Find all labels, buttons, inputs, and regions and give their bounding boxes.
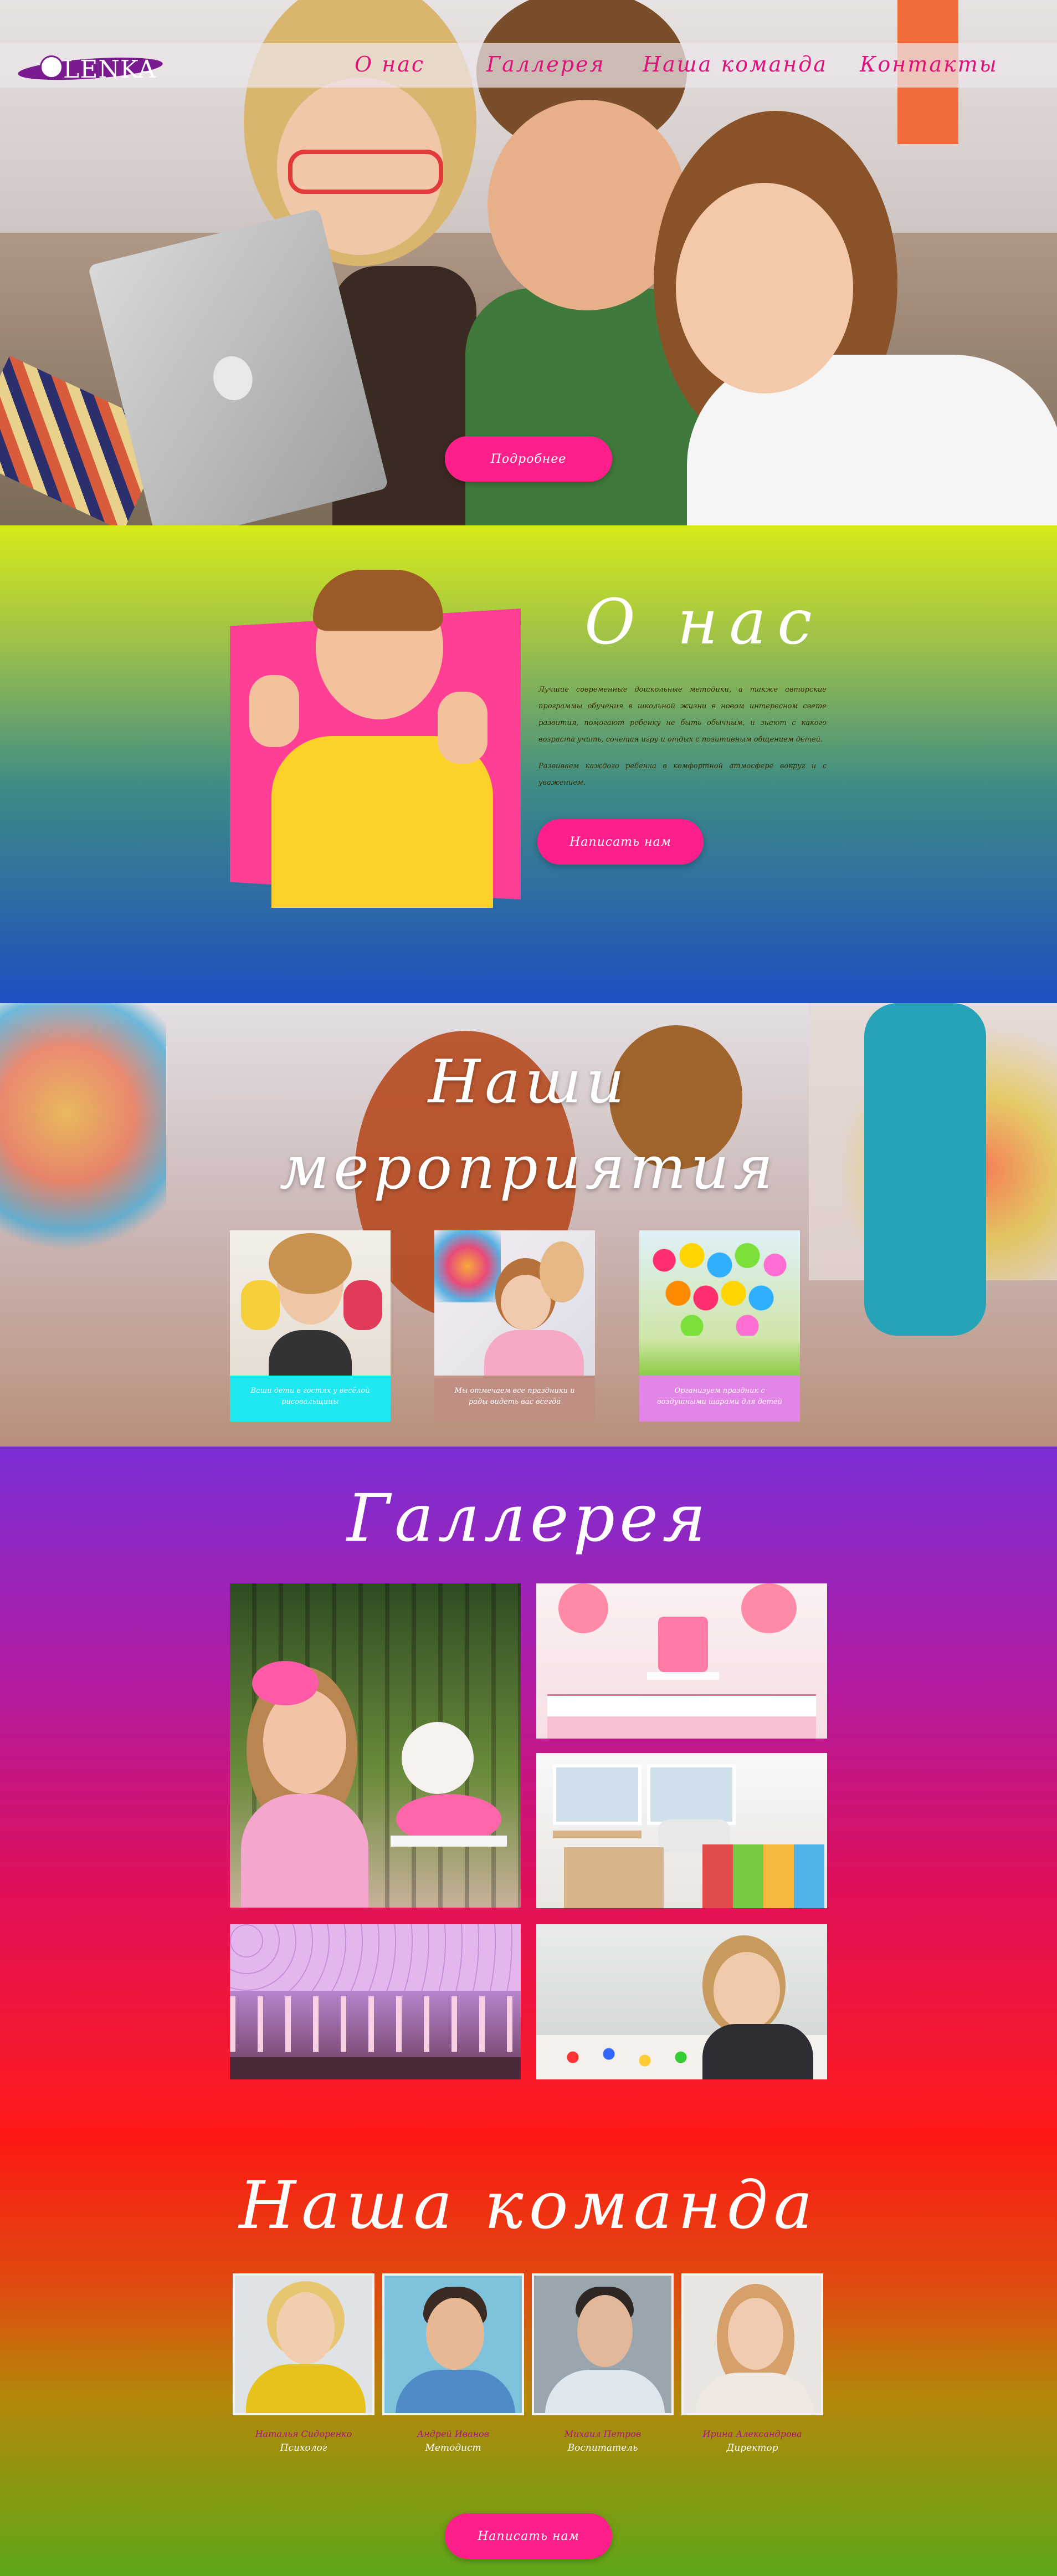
team-member-name: Наталья Сидоренко bbox=[255, 2429, 352, 2439]
events-title-line2: мероприятия bbox=[279, 1133, 778, 1203]
team-member-name: Ирина Александрова bbox=[702, 2429, 802, 2439]
team-member[interactable]: Наталья Сидоренко Психолог bbox=[233, 2273, 374, 2454]
apple-logo-icon bbox=[208, 352, 257, 405]
team-section: Наша команда Наталья Сидоренко Психолог … bbox=[0, 2128, 1057, 2576]
more-button[interactable]: Подробнее bbox=[445, 436, 612, 482]
gallery-image-birthday-girl[interactable] bbox=[230, 1583, 521, 1908]
team-member[interactable]: Андрей Иванов Методист bbox=[382, 2273, 524, 2454]
nav-link-about[interactable]: О нас bbox=[355, 52, 425, 76]
team-member-role: Психолог bbox=[280, 2442, 327, 2454]
event-caption: Ваши дети в гостях у весёлой рисовальщиц… bbox=[230, 1376, 391, 1422]
about-paragraph-2: Развиваем каждого ребенка в комфортной а… bbox=[538, 762, 827, 787]
team-member-name: Михаил Петров bbox=[564, 2429, 642, 2439]
team-member[interactable]: Ирина Александрова Директор bbox=[681, 2273, 823, 2454]
team-member-role: Воспитатель bbox=[567, 2442, 638, 2454]
team-member-photo bbox=[382, 2273, 524, 2415]
event-card[interactable]: Организуем праздник с воздушными шарами … bbox=[639, 1230, 800, 1422]
event-image-girls-painting bbox=[434, 1230, 595, 1376]
logo-text: LENKA bbox=[63, 55, 156, 84]
gallery-title: Галлерея bbox=[346, 1480, 711, 1556]
events-title-line1: Наши bbox=[428, 1047, 629, 1117]
hero-girl2-face bbox=[676, 183, 853, 393]
contact-us-button[interactable]: Написать нам bbox=[537, 819, 704, 865]
nav-link-gallery[interactable]: Галлерея bbox=[486, 52, 606, 76]
logo[interactable]: LENKA bbox=[17, 49, 167, 84]
thumbs-up-left bbox=[249, 675, 299, 747]
thumbs-up-right bbox=[438, 692, 488, 764]
team-member-name: Андрей Иванов bbox=[417, 2429, 490, 2439]
event-caption: Организуем праздник с воздушными шарами … bbox=[639, 1376, 800, 1422]
write-us-button[interactable]: Написать нам bbox=[445, 2513, 612, 2559]
event-caption: Мы отмечаем все праздники и рады видеть … bbox=[434, 1376, 595, 1422]
nav-link-contacts[interactable]: Контакты bbox=[860, 52, 998, 76]
gallery-image-pink-cake-table[interactable] bbox=[536, 1583, 827, 1739]
logo-circle-icon bbox=[40, 55, 63, 79]
team-title: Наша команда bbox=[239, 2167, 818, 2243]
hero-girl-glasses bbox=[288, 150, 443, 194]
events-section: Наши мероприятия Ваши дети в гостях у ве… bbox=[0, 1003, 1057, 1447]
team-member-role: Директор bbox=[726, 2442, 778, 2454]
gallery-image-girl-crafting[interactable] bbox=[536, 1924, 827, 2079]
top-navigation: LENKA О нас Галлерея Наша команда Контак… bbox=[0, 43, 1057, 88]
event-image-balloons bbox=[639, 1230, 800, 1376]
event-image-painted-hands bbox=[230, 1230, 391, 1376]
gallery-image-balloon-ceiling[interactable] bbox=[230, 1924, 521, 2079]
team-member-photo bbox=[681, 2273, 823, 2415]
team-member[interactable]: Михаил Петров Воспитатель bbox=[532, 2273, 674, 2454]
nav-link-team[interactable]: Наша команда bbox=[643, 52, 828, 76]
about-paragraph-1: Лучшие современные дошкольные методики, … bbox=[538, 686, 827, 744]
event-card[interactable]: Мы отмечаем все праздники и рады видеть … bbox=[434, 1230, 595, 1422]
about-boy-hair bbox=[313, 570, 443, 631]
event-card[interactable]: Ваши дети в гостях у весёлой рисовальщиц… bbox=[230, 1230, 391, 1422]
team-member-role: Методист bbox=[425, 2442, 481, 2454]
gallery-image-playroom[interactable] bbox=[536, 1753, 827, 1908]
gallery-section: Галлерея bbox=[0, 1447, 1057, 2128]
team-member-photo bbox=[233, 2273, 374, 2415]
about-section: О нас Лучшие современные дошкольные мето… bbox=[0, 525, 1057, 1003]
team-member-photo bbox=[532, 2273, 674, 2415]
about-title: О нас bbox=[584, 586, 823, 658]
